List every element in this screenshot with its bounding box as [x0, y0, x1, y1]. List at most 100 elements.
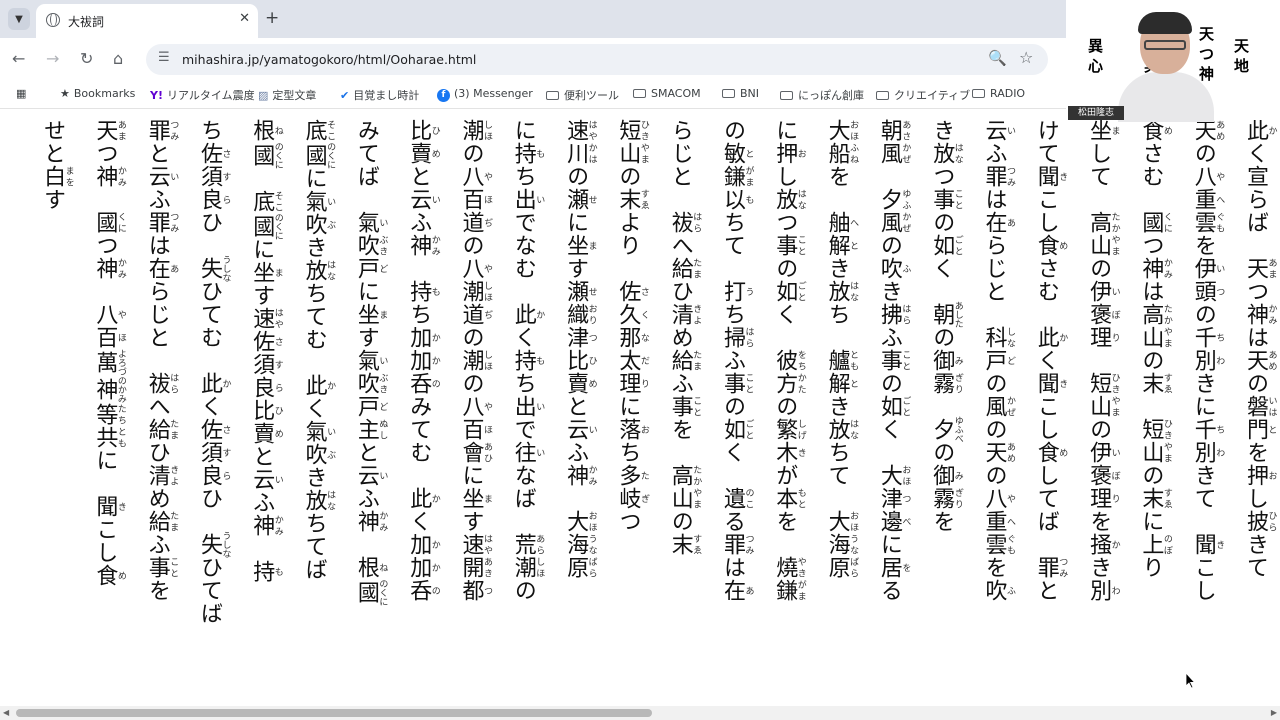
bookmark-item[interactable]: ▨ 定型文章 — [258, 87, 316, 103]
zoom-icon[interactable]: 🔍 — [988, 49, 1007, 67]
bookmark-folder[interactable]: クリエイティブ — [876, 87, 970, 103]
reload-icon[interactable]: ↻ — [80, 49, 93, 68]
ruby-char: 伊い — [1086, 441, 1120, 464]
ruby-char: 事こと — [929, 188, 963, 211]
ruby-char: 拂はら — [876, 303, 911, 326]
ruby-char: 風かぜ — [876, 142, 911, 165]
ruby-char: 久く — [615, 303, 649, 326]
ruby-char: 繁しげ — [772, 418, 806, 441]
site-info-icon[interactable]: ☰ — [158, 50, 170, 65]
ruby-char: 霧ぎり — [929, 487, 963, 510]
bookmark-star-icon[interactable]: ☆ — [1019, 48, 1033, 67]
text-column: らじと 祓はらへ給たまひ清きよめ給たまふ事ことを 高たか山やまの末すゑ — [667, 119, 702, 556]
url-text: mihashira.jp/yamatogokoro/html/Ooharae.h… — [182, 52, 477, 67]
ruby-char: 解と — [824, 372, 859, 395]
ruby-char: 艫とも — [824, 349, 859, 372]
ruby-char: 國くに — [1138, 211, 1172, 234]
ruby-char: 給たま — [144, 418, 179, 441]
ruby-char: 山やま — [615, 142, 649, 165]
new-tab-button[interactable]: + — [265, 8, 279, 28]
ruby-char: 如ごと — [720, 418, 754, 441]
ruby-char: 失うしな — [197, 255, 231, 282]
ruby-char: 押お — [772, 142, 806, 165]
ruby-char: 天あま — [92, 119, 126, 142]
ruby-char: 良ら — [249, 376, 283, 399]
ruby-char: 速はや — [249, 307, 283, 330]
tab-active[interactable]: 大祓詞 ✕ — [36, 4, 258, 38]
text-column: 食めさむ 國くにつ神かみは高たか山やまの末すゑ 短ひき山やまの末すゑに上のぼり — [1138, 119, 1172, 579]
ruby-char: 須す — [197, 165, 231, 188]
bookmark-item[interactable]: ✔ 目覚まし時計 — [340, 87, 419, 103]
ruby-char: 國のくに — [249, 142, 283, 169]
ruby-char: 會あひ — [458, 441, 493, 464]
ruby-char: 此か — [1033, 326, 1068, 349]
text-column: に押おし放はなつ事ことの如ごとく 彼をち方かたの繁しげ木きが本もとを 燒やき鎌が… — [772, 119, 806, 602]
ruby-char: 千ち — [1190, 326, 1225, 349]
ruby-char: 潮しほ — [510, 556, 545, 579]
ruby-char: 食め — [1138, 119, 1172, 142]
ruby-char: 門と — [1243, 418, 1277, 441]
ruby-char: 山やま — [667, 487, 702, 510]
ruby-char: 在あ — [981, 211, 1016, 234]
ruby-char: 云い — [563, 418, 597, 441]
ruby-char: 須す — [197, 441, 231, 464]
address-bar[interactable]: ☰ mihashira.jp/yamatogokoro/html/Ooharae… — [146, 44, 1048, 75]
ruby-char: 都つ — [458, 579, 493, 602]
ruby-char: 此か — [301, 374, 336, 397]
ruby-char: 押お — [1243, 464, 1277, 487]
ruby-char: 雲ぐも — [981, 533, 1016, 556]
page-content: 此かく宣らば 天あまつ神かみは天あめの磐いは門とを押おし披ひらきて 天あめの八や重… — [0, 109, 1280, 707]
ruby-char: 織おり — [563, 303, 597, 326]
ruby-char: 短ひき — [1086, 372, 1120, 395]
ruby-char: 賣め — [563, 372, 597, 395]
ruby-char: 根ね — [353, 556, 388, 579]
ruby-char: 云い — [981, 119, 1016, 142]
text-column: 速はや川かはの瀬せに坐ます瀬せ織おり津つ比ひ賣めと云いふ神かみ 大おほ海うな原ば… — [563, 119, 597, 579]
ruby-char: 吹ぶき — [353, 372, 388, 395]
ruby-char: 燒やき — [772, 556, 806, 579]
ruby-char: 理り — [615, 372, 649, 395]
ruby-char: 國のくに — [301, 142, 336, 169]
close-icon[interactable]: ✕ — [239, 11, 250, 26]
tab-search-button[interactable]: ▼ — [8, 8, 30, 30]
ruby-char: 解と — [824, 234, 859, 257]
bookmark-folder[interactable]: SMACOM — [633, 87, 701, 100]
ruby-char: 持も — [510, 349, 545, 372]
folder-icon — [546, 91, 559, 100]
ruby-char: 坐ま — [353, 303, 388, 326]
ruby-char: 氣い — [301, 190, 336, 213]
scrollbar-thumb[interactable] — [16, 709, 652, 717]
ruby-char: 川かは — [563, 142, 597, 165]
ruby-char: 重へ — [1190, 188, 1225, 211]
ruby-char: 罪つみ — [1033, 556, 1068, 579]
ruby-char: 天あめ — [981, 441, 1016, 464]
back-icon[interactable]: ← — [12, 49, 25, 68]
bookmark-folder[interactable]: 便利ツール — [546, 87, 619, 103]
bookmark-item[interactable]: f (3) Messenger — [437, 87, 533, 102]
ruby-char: 神かみ — [1243, 303, 1277, 326]
ruby-char: 千ち — [1190, 418, 1225, 441]
ruby-char: 加か — [406, 533, 440, 556]
ruby-char: 給たま — [667, 349, 702, 372]
bookmark-folder[interactable]: RADIO — [972, 87, 1025, 100]
forward-icon[interactable]: → — [46, 49, 59, 68]
apps-icon[interactable]: ▦ — [16, 87, 26, 100]
ruby-char: 坐ま — [249, 261, 283, 284]
home-icon[interactable]: ⌂ — [113, 49, 123, 68]
ruby-char: 共とも — [92, 426, 126, 449]
text-column: 大おほ船ふねを 舳へ解とき放はなち 艫とも解とき放はなちて 大おほ海うな原ばら — [824, 119, 859, 579]
scroll-right-icon[interactable]: ▶ — [1271, 708, 1277, 717]
ruby-char: 良ら — [197, 188, 231, 211]
ruby-char: 朝あさ — [876, 119, 911, 142]
scroll-left-icon[interactable]: ◀ — [3, 708, 9, 717]
ruby-char: 大おほ — [876, 464, 911, 487]
bookmark-folder[interactable]: BNI — [722, 87, 759, 100]
tab-title: 大祓詞 — [68, 15, 105, 29]
horizontal-scrollbar[interactable]: ◀ ▶ — [0, 706, 1280, 720]
bookmark-folder[interactable]: にっぽん創庫 — [780, 87, 864, 103]
ruby-char: 往い — [510, 441, 545, 464]
bookmark-item[interactable]: Y! リアルタイム震度 — [150, 87, 255, 103]
bookmark-item[interactable]: ★ Bookmarks — [60, 87, 135, 100]
ruby-char: 佐さ — [615, 280, 649, 303]
ruby-char: 山やま — [1086, 395, 1120, 418]
